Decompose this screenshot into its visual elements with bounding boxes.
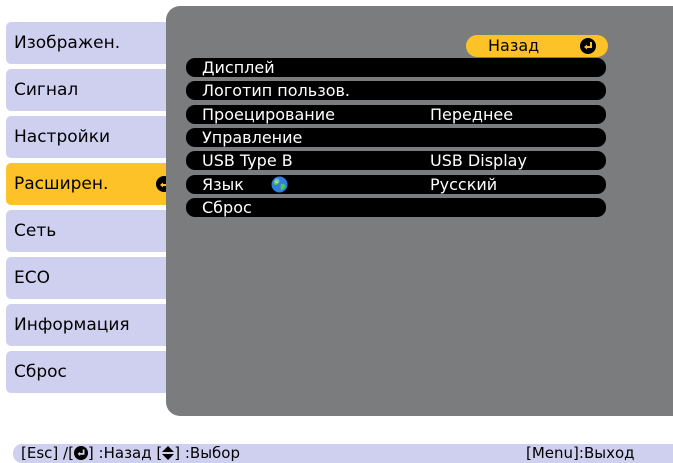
- sidebar-item-reset[interactable]: Сброс: [6, 351, 176, 393]
- menu-row-operation[interactable]: Управление: [186, 128, 606, 147]
- menu-row-label: Управление: [202, 128, 303, 147]
- sidebar-item-network[interactable]: Сеть: [6, 210, 176, 252]
- sidebar-item-label: Изображен.: [14, 33, 121, 53]
- enter-icon: [580, 38, 596, 54]
- menu-row-usb-type-b[interactable]: USB Type B USB Display: [186, 151, 606, 170]
- menu-row-display[interactable]: Дисплей: [186, 58, 606, 77]
- back-button-label: Назад: [488, 36, 540, 55]
- sidebar-item-info[interactable]: Информация: [6, 304, 176, 346]
- enter-icon: [73, 446, 88, 460]
- menu-row-value: Переднее: [430, 105, 514, 124]
- up-down-arrow-icon: [162, 446, 175, 460]
- projector-menu-screen: Изображен. Сигнал Настройки Расширен. Се…: [0, 0, 673, 463]
- key-hint-bar: [Esc] /[] :Назад [] :Выбор [Menu]:Выход: [13, 444, 673, 463]
- sidebar-item-label: Сеть: [14, 221, 57, 241]
- sidebar-item-label: Сигнал: [14, 80, 79, 100]
- exit-hint: [Menu]:Выход: [526, 444, 635, 462]
- sidebar-item-label: Настройки: [14, 127, 111, 147]
- sidebar-item-label: Сброс: [14, 362, 67, 382]
- sidebar-item-label: Расширен.: [14, 174, 109, 194]
- menu-row-label: USB Type B: [202, 151, 293, 170]
- menu-row-label: Дисплей: [202, 58, 275, 77]
- back-button[interactable]: Назад: [466, 35, 608, 57]
- sidebar-item-label: ECO: [14, 268, 50, 288]
- menu-row-value: USB Display: [430, 151, 527, 170]
- menu-row-label: Сброс: [202, 198, 252, 217]
- navigation-hint: [Esc] /[] :Назад [] :Выбор: [21, 444, 240, 462]
- menu-row-language[interactable]: Язык Русский: [186, 175, 606, 194]
- sidebar-item-settings[interactable]: Настройки: [6, 116, 176, 158]
- sidebar-item-image[interactable]: Изображен.: [6, 22, 176, 64]
- menu-row-reset[interactable]: Сброс: [186, 198, 606, 217]
- sidebar-item-label: Информация: [14, 315, 130, 335]
- globe-icon: [271, 176, 288, 193]
- menu-row-value: Русский: [430, 175, 498, 194]
- sidebar-item-eco[interactable]: ECO: [6, 257, 176, 299]
- menu-row-label: Язык: [202, 175, 244, 194]
- menu-row-label: Проецирование: [202, 105, 335, 124]
- sidebar-item-signal[interactable]: Сигнал: [6, 69, 176, 111]
- menu-row-label: Логотип пользов.: [202, 81, 350, 100]
- menu-row-user-logo[interactable]: Логотип пользов.: [186, 81, 606, 100]
- menu-row-projection[interactable]: Проецирование Переднее: [186, 105, 606, 124]
- sidebar-item-extended[interactable]: Расширен.: [6, 163, 182, 205]
